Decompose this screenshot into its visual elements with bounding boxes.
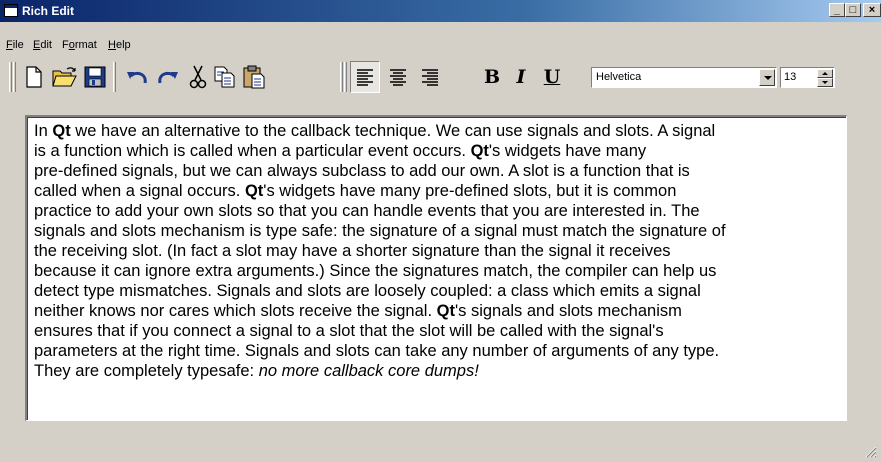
- editor-line: signals and slots mechanism is type safe…: [34, 221, 846, 241]
- open-folder-icon: [52, 67, 77, 87]
- chevron-down-icon[interactable]: [759, 69, 775, 86]
- bold-icon: B: [483, 66, 501, 88]
- text-run: neither knows nor cares which slots rece…: [34, 302, 437, 320]
- app-icon: [4, 4, 18, 17]
- text-run: ensures that if you connect a signal to …: [34, 322, 664, 340]
- editor-line: parameters at the right time. Signals an…: [34, 341, 846, 361]
- minimize-button[interactable]: _: [829, 3, 845, 17]
- bold-run: Qt: [244, 182, 264, 200]
- menu-format[interactable]: Format: [62, 39, 97, 51]
- underline-button[interactable]: U: [538, 62, 566, 92]
- text-run: because it can ignore extra arguments.) …: [34, 262, 717, 280]
- align-center-button[interactable]: [384, 62, 412, 92]
- title-bar[interactable]: Rich Edit _ □ ×: [0, 0, 881, 22]
- editor-content[interactable]: In Qt we have an alternative to the call…: [34, 121, 846, 381]
- redo-button[interactable]: [154, 62, 182, 92]
- align-center-icon: [390, 69, 406, 86]
- text-run: 's widgets have many: [488, 142, 647, 160]
- text-run: 's signals and slots mechanism: [454, 302, 682, 320]
- align-left-button[interactable]: [350, 61, 380, 93]
- text-run: the receiving slot. (In fact a slot may …: [34, 242, 671, 260]
- copy-button[interactable]: [211, 62, 239, 92]
- new-button[interactable]: [20, 62, 48, 92]
- toolbar-grip[interactable]: [344, 62, 347, 92]
- save-icon: [84, 66, 106, 88]
- italic-icon: I: [516, 66, 526, 88]
- menu-file[interactable]: File: [6, 39, 24, 51]
- font-size-value: 13: [784, 71, 797, 83]
- text-editor[interactable]: In Qt we have an alternative to the call…: [25, 115, 847, 421]
- maximize-icon: □: [849, 4, 857, 16]
- font-size-spinbox[interactable]: 13: [780, 67, 835, 88]
- cut-button[interactable]: [184, 62, 212, 92]
- font-family-combo[interactable]: Helvetica: [591, 67, 777, 88]
- paste-icon: [243, 65, 265, 89]
- bold-run: Qt: [436, 302, 455, 320]
- save-button[interactable]: [81, 62, 109, 92]
- toolbar-grip[interactable]: [340, 62, 343, 92]
- align-right-icon: [422, 69, 438, 86]
- toolbar-separator: [113, 62, 116, 92]
- toolbar: B I U Helvetica 13: [0, 58, 881, 98]
- text-run: They are completely typesafe:: [34, 362, 259, 380]
- editor-line: the receiving slot. (In fact a slot may …: [34, 241, 846, 261]
- window-title: Rich Edit: [22, 4, 75, 18]
- editor-line: practice to add your own slots so that y…: [34, 201, 846, 221]
- text-run: detect type mismatches. Signals and slot…: [34, 282, 701, 300]
- align-left-icon: [357, 69, 373, 86]
- italic-run: no more callback core dumps!: [258, 362, 479, 380]
- editor-line: ensures that if you connect a signal to …: [34, 321, 846, 341]
- editor-line: They are completely typesafe: no more ca…: [34, 361, 846, 381]
- redo-icon: [158, 71, 178, 84]
- menu-bar: File Edit Format Help: [0, 36, 881, 56]
- text-run: In: [34, 122, 53, 140]
- italic-button[interactable]: I: [507, 62, 535, 92]
- text-run: we have an alternative to the callback t…: [70, 122, 716, 140]
- text-run: called when a signal occurs.: [34, 182, 245, 200]
- align-right-button[interactable]: [416, 62, 444, 92]
- editor-line: neither knows nor cares which slots rece…: [34, 301, 846, 321]
- bold-run: Qt: [470, 142, 489, 160]
- editor-line: pre-defined signals, but we can always s…: [34, 161, 846, 181]
- editor-line: detect type mismatches. Signals and slot…: [34, 281, 846, 301]
- rich-edit-window: Rich Edit _ □ × File Edit Format Help B …: [0, 0, 881, 462]
- copy-icon: [214, 66, 235, 88]
- menu-edit[interactable]: Edit: [33, 39, 52, 51]
- resize-grip-icon[interactable]: [865, 446, 877, 458]
- toolbar-grip[interactable]: [13, 62, 16, 92]
- toolbar-grip[interactable]: [9, 62, 12, 92]
- text-run: 's widgets have many pre-defined slots, …: [263, 182, 677, 200]
- open-button[interactable]: [51, 62, 79, 92]
- new-file-icon: [26, 66, 42, 88]
- bold-button[interactable]: B: [478, 62, 506, 92]
- close-icon: ×: [868, 4, 876, 16]
- bold-run: Qt: [52, 122, 71, 140]
- spin-down-icon[interactable]: [817, 78, 833, 87]
- underline-icon: U: [543, 66, 561, 88]
- editor-line: is a function which is called when a par…: [34, 141, 846, 161]
- menu-help[interactable]: Help: [108, 39, 131, 51]
- paste-button[interactable]: [240, 62, 268, 92]
- minimize-icon: _: [833, 4, 841, 16]
- spin-up-icon[interactable]: [817, 69, 833, 78]
- font-family-value: Helvetica: [596, 71, 642, 83]
- editor-line: called when a signal occurs. Qt's widget…: [34, 181, 846, 201]
- text-run: practice to add your own slots so that y…: [34, 202, 700, 220]
- editor-line: In Qt we have an alternative to the call…: [34, 121, 846, 141]
- text-run: signals and slots mechanism is type safe…: [34, 222, 726, 240]
- text-run: pre-defined signals, but we can always s…: [34, 162, 690, 180]
- text-run: is a function which is called when a par…: [34, 142, 471, 160]
- undo-icon: [127, 71, 147, 84]
- cut-icon: [189, 65, 207, 89]
- undo-button[interactable]: [123, 62, 151, 92]
- close-button[interactable]: ×: [863, 3, 881, 17]
- text-run: parameters at the right time. Signals an…: [34, 342, 720, 360]
- maximize-button[interactable]: □: [845, 3, 861, 17]
- editor-line: because it can ignore extra arguments.) …: [34, 261, 846, 281]
